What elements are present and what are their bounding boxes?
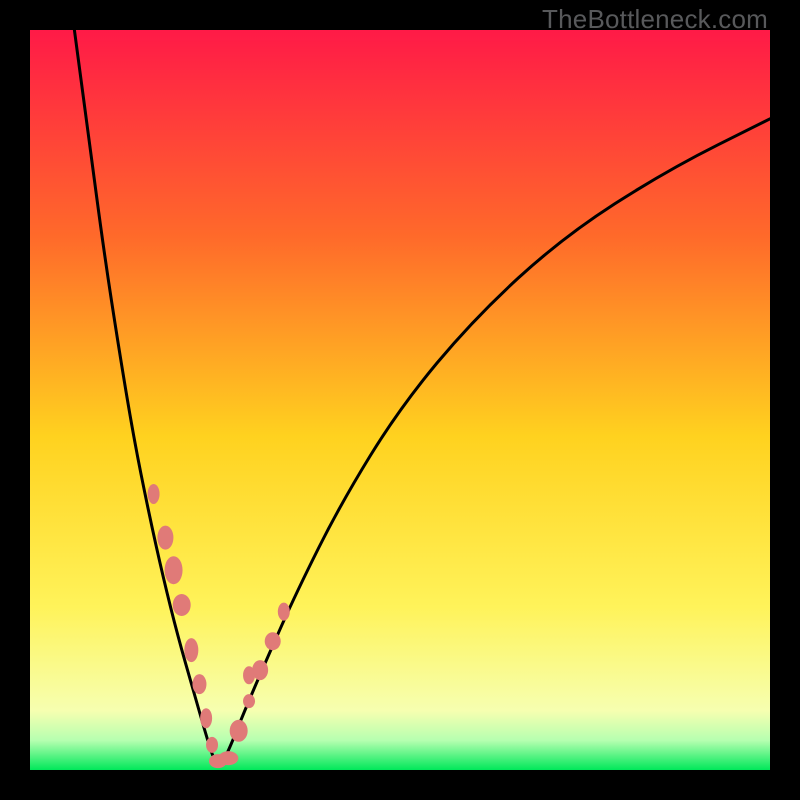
curve-marker (184, 638, 198, 662)
curve-marker (157, 526, 173, 550)
marker-group (148, 484, 290, 768)
plot-area (30, 30, 770, 770)
curve-marker (265, 632, 281, 650)
outer-frame: TheBottleneck.com (0, 0, 800, 800)
curve-marker (218, 751, 238, 765)
curve-marker (192, 674, 206, 694)
curve-marker (173, 594, 191, 616)
bottleneck-curve (30, 30, 770, 770)
curve-marker (252, 660, 268, 680)
curve-marker (200, 708, 212, 728)
curve-marker (278, 603, 290, 621)
curve-marker (206, 737, 218, 753)
curve-marker (230, 720, 248, 742)
curve-marker (148, 484, 160, 504)
curve-marker (243, 694, 255, 708)
curve-marker (165, 556, 183, 584)
